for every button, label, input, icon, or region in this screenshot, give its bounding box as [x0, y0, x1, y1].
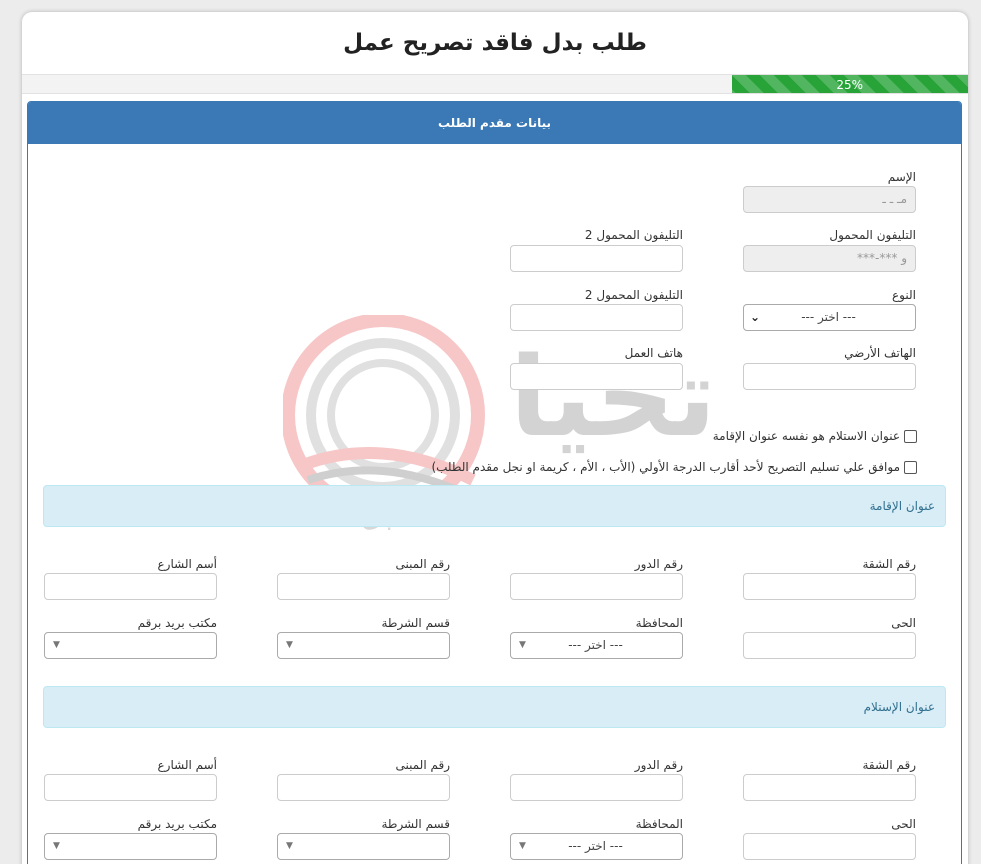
- residence-street-label: أسم الشارع: [157, 557, 218, 571]
- residence-apartment-label: رقم الشقة: [862, 557, 916, 571]
- residence-apartment-field[interactable]: [743, 573, 916, 600]
- delivery-street-field[interactable]: [44, 774, 217, 801]
- mobile-field[interactable]: و ***-***: [743, 245, 916, 272]
- caret-down-icon: ▼: [53, 841, 60, 851]
- panel-heading: بيانات مقدم الطلب: [28, 102, 961, 144]
- residence-district-label: الحى: [891, 616, 916, 630]
- delivery-post-label: مكتب بريد برقم: [137, 817, 217, 831]
- delivery-section-header: عنوان الإستلام: [43, 686, 946, 728]
- caret-down-icon: ▼: [286, 841, 293, 851]
- residence-section-header: عنوان الإقامة: [43, 485, 946, 527]
- name-label: الإسم: [887, 170, 916, 184]
- caret-down-icon: ▼: [286, 640, 293, 650]
- gender-select[interactable]: --- اختر --- ⌄: [743, 304, 916, 331]
- same-address-checkbox[interactable]: [904, 429, 917, 443]
- caret-down-icon: ▼: [519, 640, 526, 650]
- residence-governorate-select[interactable]: --- اختر --- ▼: [510, 632, 683, 659]
- residence-floor-label: رقم الدور: [634, 557, 683, 571]
- delivery-governorate-value: --- اختر ---: [568, 839, 623, 853]
- delivery-street-label: أسم الشارع: [157, 758, 218, 772]
- mobile2-label: التليفون المحمول 2: [584, 228, 683, 242]
- residence-post-label: مكتب بريد برقم: [137, 616, 217, 630]
- residence-building-label: رقم المبنى: [395, 557, 450, 571]
- residence-district-field[interactable]: [743, 632, 916, 659]
- agree-relative-row[interactable]: موافق علي تسليم التصريح لأحد أقارب الدرج…: [431, 460, 917, 474]
- svg-text:تحيا: تحيا: [510, 333, 717, 461]
- delivery-police-label: قسم الشرطة: [381, 817, 450, 831]
- residence-police-select[interactable]: ▼: [277, 632, 450, 659]
- landline-label: الهاتف الأرضي: [844, 346, 916, 360]
- progress-bar: 25%: [22, 74, 968, 94]
- residence-governorate-label: المحافظة: [635, 616, 683, 630]
- caret-down-icon: ▼: [53, 640, 60, 650]
- mobile-label: التليفون المحمول: [829, 228, 916, 242]
- delivery-floor-field[interactable]: [510, 774, 683, 801]
- delivery-building-label: رقم المبنى: [395, 758, 450, 772]
- delivery-governorate-label: المحافظة: [635, 817, 683, 831]
- residence-post-select[interactable]: ▼: [44, 632, 217, 659]
- progress-fill: 25%: [731, 75, 968, 93]
- name-field[interactable]: مـ ـ ـ: [743, 186, 916, 213]
- delivery-police-select[interactable]: ▼: [277, 833, 450, 860]
- agree-relative-checkbox[interactable]: [904, 460, 917, 474]
- residence-governorate-value: --- اختر ---: [568, 638, 623, 652]
- residence-police-label: قسم الشرطة: [381, 616, 450, 630]
- landline-field[interactable]: [743, 363, 916, 390]
- gender-select-value: --- اختر ---: [801, 310, 856, 324]
- mobile2-field-second[interactable]: [510, 304, 683, 331]
- residence-building-field[interactable]: [277, 573, 450, 600]
- mobile2-label-second: التليفون المحمول 2: [584, 288, 683, 302]
- residence-floor-field[interactable]: [510, 573, 683, 600]
- chevron-down-icon: ⌄: [750, 310, 761, 324]
- agree-relative-label: موافق علي تسليم التصريح لأحد أقارب الدرج…: [431, 460, 900, 474]
- delivery-building-field[interactable]: [277, 774, 450, 801]
- delivery-district-field[interactable]: [743, 833, 916, 860]
- delivery-post-select[interactable]: ▼: [44, 833, 217, 860]
- form-card: طلب بدل فاقد تصريح عمل 25% بيانات مقدم ا…: [22, 12, 968, 864]
- delivery-district-label: الحى: [891, 817, 916, 831]
- work-phone-field[interactable]: [510, 363, 683, 390]
- delivery-governorate-select[interactable]: --- اختر --- ▼: [510, 833, 683, 860]
- same-address-row[interactable]: عنوان الاستلام هو نفسه عنوان الإقامة: [713, 429, 917, 443]
- delivery-floor-label: رقم الدور: [634, 758, 683, 772]
- applicant-panel: بيانات مقدم الطلب تحيا المستقبل الإسم مـ…: [27, 101, 962, 864]
- residence-street-field[interactable]: [44, 573, 217, 600]
- page-title: طلب بدل فاقد تصريح عمل: [343, 30, 647, 56]
- delivery-apartment-label: رقم الشقة: [862, 758, 916, 772]
- gender-label: النوع: [892, 288, 916, 302]
- mobile2-field[interactable]: [510, 245, 683, 272]
- same-address-label: عنوان الاستلام هو نفسه عنوان الإقامة: [712, 429, 900, 443]
- work-phone-label: هاتف العمل: [624, 346, 683, 360]
- delivery-apartment-field[interactable]: [743, 774, 916, 801]
- caret-down-icon: ▼: [519, 841, 526, 851]
